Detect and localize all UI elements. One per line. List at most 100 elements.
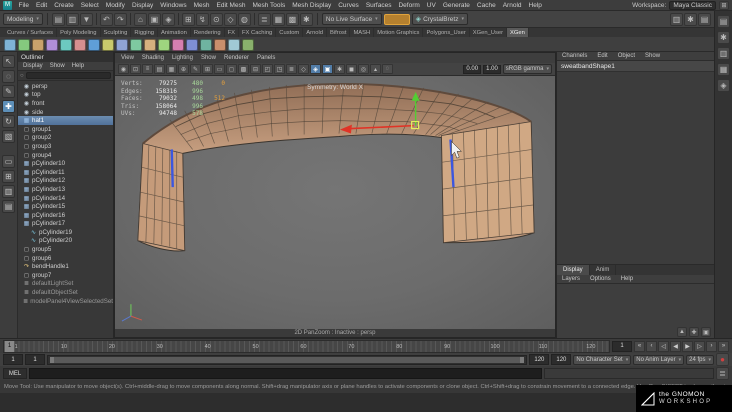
go-to-end-button[interactable]: » xyxy=(718,340,729,352)
resolution-gate-icon[interactable]: ◻ xyxy=(226,64,237,74)
render-settings-icon[interactable]: ✱ xyxy=(299,12,313,26)
range-track[interactable] xyxy=(47,354,528,365)
shelf-tab-poly-modeling[interactable]: Poly Modeling xyxy=(57,28,101,37)
layer-list[interactable] xyxy=(557,284,714,326)
gamma-field[interactable]: 1.00 xyxy=(483,64,501,74)
new-layer-icon[interactable]: ✚ xyxy=(689,327,699,337)
outliner-item-pcylinder15[interactable]: ▦ pCylinder15 xyxy=(18,202,113,211)
modeling-toolkit-tab-icon[interactable]: ▦ xyxy=(717,63,730,76)
menu-generate[interactable]: Generate xyxy=(439,2,473,9)
outliner-item-bendhandle1[interactable]: ↷ bendHandle1 xyxy=(18,262,113,271)
menu-arnold[interactable]: Arnold xyxy=(499,2,525,9)
shelf-tab-arnold[interactable]: Arnold xyxy=(303,28,328,37)
menu-windows[interactable]: Windows xyxy=(157,2,190,9)
shadows-icon[interactable]: ◼ xyxy=(346,64,357,74)
menu-curves[interactable]: Curves xyxy=(335,2,363,9)
shelf-tab-bifrost[interactable]: Bifrost xyxy=(327,28,351,37)
outliner-search-input[interactable] xyxy=(25,72,111,79)
menu-mesh-tools[interactable]: Mesh Tools xyxy=(249,2,289,9)
xgen-tab-icon[interactable]: ◈ xyxy=(717,79,730,92)
new-scene-icon[interactable]: ▤ xyxy=(51,12,65,26)
shelf-curve-icon[interactable] xyxy=(88,38,100,51)
menu-display[interactable]: Display xyxy=(128,2,156,9)
menu-set-selector[interactable]: Modeling ▾ xyxy=(3,13,43,25)
viewport-menu-renderer[interactable]: Renderer xyxy=(222,55,251,61)
channel-object-name[interactable]: sweatbandShape1 xyxy=(557,61,714,72)
display-tab-anim[interactable]: Anim xyxy=(590,265,617,275)
safe-action-icon[interactable]: ◰ xyxy=(262,64,273,74)
textured-mode-icon[interactable]: ▣ xyxy=(322,64,333,74)
anim-end-field[interactable]: 120 xyxy=(529,354,550,365)
workspace-selector[interactable]: Workspace: Maya Classic ⊞ xyxy=(632,0,729,10)
display-menu-help[interactable]: Help xyxy=(619,276,635,282)
save-scene-icon[interactable]: ▼ xyxy=(79,12,93,26)
range-handle-start[interactable] xyxy=(50,356,54,363)
step-back-key-button[interactable]: ◁ xyxy=(658,340,669,352)
command-input[interactable] xyxy=(29,368,542,379)
outliner-item-hat1[interactable]: ▦ hat1 xyxy=(18,116,113,125)
range-handle-end[interactable] xyxy=(520,356,525,363)
rotate-tool-icon[interactable]: ↻ xyxy=(2,115,15,128)
current-frame-field[interactable]: 1 xyxy=(612,340,632,352)
menu-mesh[interactable]: Mesh xyxy=(190,2,213,9)
viewport-menu-shading[interactable]: Shading xyxy=(140,55,166,61)
shelf-tab-xgen[interactable]: XGen xyxy=(507,28,529,37)
outliner-item-pcylinder11[interactable]: ▦ pCylinder11 xyxy=(18,168,113,177)
current-frame-marker[interactable]: 1 xyxy=(5,340,14,352)
viewport-canvas[interactable]: Verts: 79275 480 0 Edges: 158316 996 Faces: 7903… xyxy=(115,76,555,329)
outliner-item-pcylinder17[interactable]: ▦ pCylinder17 xyxy=(18,220,113,229)
outliner-item-group7[interactable]: ◻ group7 xyxy=(18,271,113,280)
sidebar-tool-settings-icon[interactable]: ✱ xyxy=(684,12,697,26)
step-forward-key-button[interactable]: ▷ xyxy=(694,340,705,352)
outliner-menu-display[interactable]: Display xyxy=(21,63,45,69)
playback-start-field[interactable]: 1 xyxy=(3,354,23,365)
selected-edge-left[interactable] xyxy=(170,149,174,188)
menu-surfaces[interactable]: Surfaces xyxy=(362,2,395,9)
select-by-component-icon[interactable]: ◈ xyxy=(161,12,175,26)
range-slider[interactable]: 1 1 120 120 No Character Set ▾ No Anim L… xyxy=(0,353,732,366)
command-language-toggle[interactable]: MEL xyxy=(3,368,27,379)
gate-mask-icon[interactable]: ▩ xyxy=(238,64,249,74)
channel-box-tab-icon[interactable]: ▥ xyxy=(717,47,730,60)
select-by-object-icon[interactable]: ▣ xyxy=(147,12,161,26)
outliner-item-pcylinder12[interactable]: ▦ pCylinder12 xyxy=(18,177,113,186)
outliner-item-group2[interactable]: ◻ group2 xyxy=(18,134,113,143)
go-to-start-button[interactable]: « xyxy=(634,340,645,352)
fps-selector[interactable]: 24 fps ▾ xyxy=(686,354,714,365)
menu-file[interactable]: File xyxy=(15,2,32,9)
safe-title-icon[interactable]: ◳ xyxy=(274,64,285,74)
isolate-select-icon[interactable]: ◌ xyxy=(382,64,393,74)
highlighted-input[interactable] xyxy=(383,13,410,25)
channel-menu-object[interactable]: Object xyxy=(616,53,637,59)
shelf-tab-rigging[interactable]: Rigging xyxy=(131,28,159,37)
shelf-cone-icon[interactable] xyxy=(46,38,58,51)
move-tool-icon[interactable]: ✚ xyxy=(2,100,15,113)
anim-layer-selector[interactable]: No Anim Layer ▾ xyxy=(633,354,685,365)
time-slider[interactable]: 1 1 10 20 30 40 50 60 70 80 90 100 110 120 1 «‹ ◁ ◀ ▶ ▷ ›… xyxy=(0,338,732,353)
select-tool-icon[interactable]: ↖ xyxy=(2,55,15,68)
channel-box-body[interactable] xyxy=(557,72,714,264)
shelf-bridge-icon[interactable] xyxy=(158,38,170,51)
shelf-sphere-icon[interactable] xyxy=(4,38,16,51)
snap-to-point-icon[interactable]: ⊙ xyxy=(209,12,223,26)
snap-to-grid-icon[interactable]: ⊞ xyxy=(181,12,195,26)
menu-deform[interactable]: Deform xyxy=(395,2,423,9)
camera-attributes-icon[interactable]: ≡ xyxy=(142,64,153,74)
xray-icon[interactable]: ◇ xyxy=(298,64,309,74)
display-menu-layers[interactable]: Layers xyxy=(560,276,582,282)
outliner-item-pcylinder13[interactable]: ▦ pCylinder13 xyxy=(18,185,113,194)
outliner-item-modelpanel4viewselectedset[interactable]: ≣ modelPanel4ViewSelectedSet xyxy=(18,297,113,306)
viewport-menu-show[interactable]: Show xyxy=(199,55,218,61)
shelf-plane-icon[interactable] xyxy=(60,38,72,51)
view-transform-selector[interactable]: sRGB gamma ▾ xyxy=(502,64,552,74)
shelf-lattice-icon[interactable] xyxy=(214,38,226,51)
outliner-item-persp[interactable]: ◉ persp xyxy=(18,82,113,91)
shelf-tab-polygons-user[interactable]: Polygons_User xyxy=(423,28,470,37)
menu-create[interactable]: Create xyxy=(51,2,78,9)
wireframe-on-shaded-icon[interactable]: ◈ xyxy=(310,64,321,74)
bookmarks-icon[interactable]: ▤ xyxy=(154,64,165,74)
auto-keyframe-icon[interactable]: ● xyxy=(716,353,729,366)
four-pane-layout-icon[interactable]: ⊞ xyxy=(2,170,15,183)
shelf-torus-icon[interactable] xyxy=(74,38,86,51)
shelf-tab-motion-graphics[interactable]: Motion Graphics xyxy=(374,28,424,37)
